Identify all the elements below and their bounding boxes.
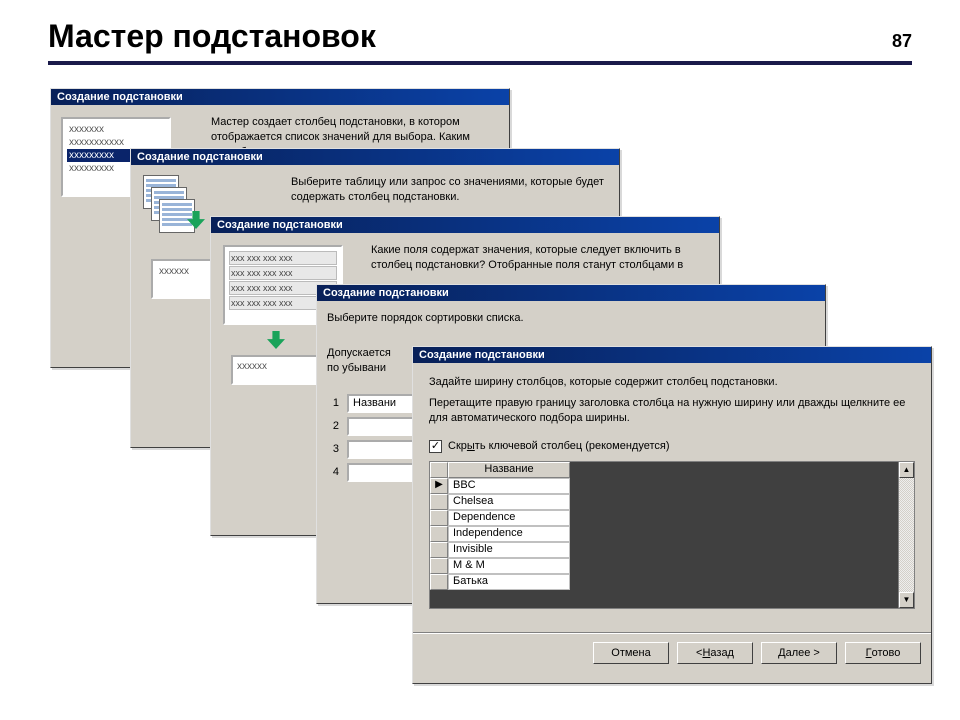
checkbox-icon: ✓ [429, 440, 442, 453]
cancel-button[interactable]: Отмена [593, 642, 669, 664]
table-row[interactable]: M & M [430, 558, 898, 574]
sort-field-1[interactable] [347, 394, 417, 413]
next-button[interactable]: Далее > [761, 642, 837, 664]
finish-button[interactable]: Готово [845, 642, 921, 664]
scroll-down-button[interactable]: ▼ [899, 592, 914, 608]
column-preview-grid[interactable]: Название ▶BBC Chelsea Dependence Indepen… [429, 461, 915, 609]
table-row[interactable]: Independence [430, 526, 898, 542]
page-header: Мастер подстановок 87 [48, 18, 912, 65]
scroll-track[interactable] [899, 478, 914, 592]
row-selector-current: ▶ [430, 478, 448, 494]
table-row[interactable]: Dependence [430, 510, 898, 526]
dialog1-titlebar: Создание подстановки [51, 89, 509, 105]
sort-num-1: 1 [327, 397, 339, 409]
dialog3-titlebar: Создание подстановки [211, 217, 719, 233]
green-arrow-icon [267, 331, 285, 349]
vertical-scrollbar[interactable]: ▲ ▼ [898, 462, 914, 608]
column-header[interactable]: Название [448, 462, 570, 478]
dialog5-buttonbar: Отмена < Назад Далее > Готово [413, 633, 931, 672]
sort-num-4: 4 [327, 466, 339, 478]
sort-field-3[interactable] [347, 440, 417, 459]
sort-field-2[interactable] [347, 417, 417, 436]
sort-num-2: 2 [327, 420, 339, 432]
scroll-up-button[interactable]: ▲ [899, 462, 914, 478]
dialog5-titlebar: Создание подстановки [413, 347, 931, 363]
table-row[interactable]: Батька [430, 574, 898, 590]
tables-icon [143, 175, 213, 235]
wizard-dialog-5: Создание подстановки Задайте ширину стол… [412, 346, 932, 684]
dialog3-dest-box: xxxxxx [231, 355, 327, 385]
back-button[interactable]: < Назад [677, 642, 753, 664]
hide-key-column-label: Скрыть ключевой столбец (рекомендуется) [448, 440, 670, 452]
sort-num-3: 3 [327, 443, 339, 455]
dialog5-prompt2: Перетащите правую границу заголовка стол… [429, 396, 915, 426]
dialog5-prompt1: Задайте ширину столбцов, которые содержи… [429, 375, 915, 390]
page-number: 87 [892, 31, 912, 52]
hide-key-column-checkbox[interactable]: ✓ Скрыть ключевой столбец (рекомендуется… [429, 440, 670, 453]
table-row[interactable]: ▶BBC [430, 478, 898, 494]
table-row[interactable]: Chelsea [430, 494, 898, 510]
dialog2-titlebar: Создание подстановки [131, 149, 619, 165]
dialog4-prompt1: Выберите порядок сортировки списка. [327, 311, 815, 326]
dialog4-titlebar: Создание подстановки [317, 285, 825, 301]
dialog3-prompt: Какие поля содержат значения, которые сл… [371, 243, 711, 273]
sort-field-4[interactable] [347, 463, 417, 482]
page-title: Мастер подстановок [48, 18, 376, 55]
dialog2-prompt: Выберите таблицу или запрос со значениям… [291, 175, 611, 205]
table-row[interactable]: Invisible [430, 542, 898, 558]
grid-corner [430, 462, 448, 478]
